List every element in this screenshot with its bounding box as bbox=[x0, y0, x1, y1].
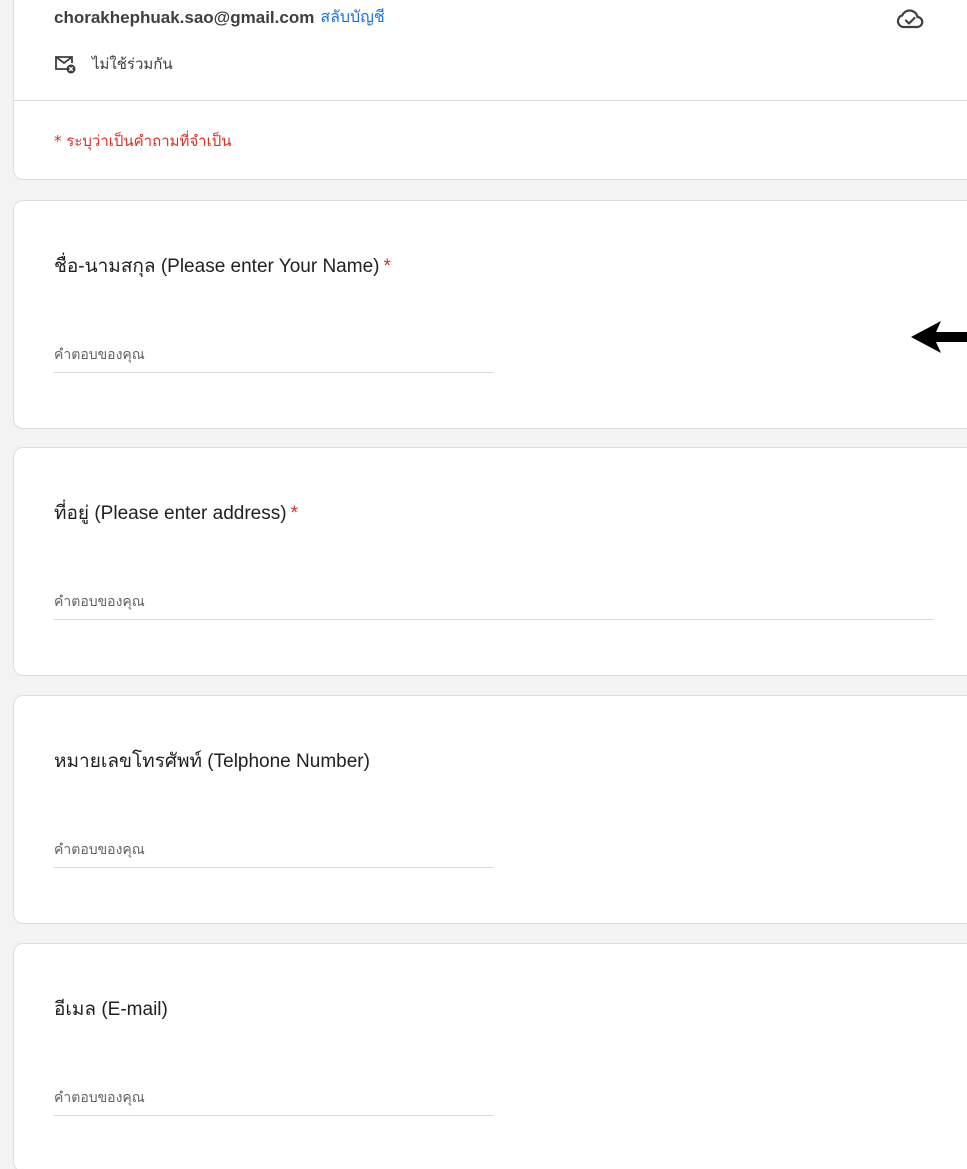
mail-not-shared-icon bbox=[55, 56, 76, 74]
question-card-address: ที่อยู่ (Please enter address) * bbox=[13, 447, 967, 676]
question-title-text: อีเมล (E-mail) bbox=[54, 999, 168, 1020]
question-title: ที่อยู่ (Please enter address) * bbox=[54, 498, 298, 528]
switch-account-link[interactable]: สลับบัญชี bbox=[320, 5, 384, 30]
cloud-saved-icon bbox=[896, 9, 924, 29]
required-note: * ระบุว่าเป็นคำถามที่จำเป็น bbox=[54, 132, 232, 150]
required-star: * bbox=[383, 256, 391, 277]
header-divider bbox=[14, 100, 967, 101]
question-title: หมายเลขโทรศัพท์ (Telphone Number) bbox=[54, 746, 370, 776]
form-header-card: chorakhephuak.sao@gmail.com สลับบัญชี ไม… bbox=[13, 0, 967, 180]
question-title: ชื่อ-นามสกุล (Please enter Your Name) * bbox=[54, 251, 391, 281]
question-title-text: หมายเลขโทรศัพท์ (Telphone Number) bbox=[54, 751, 370, 772]
account-row: chorakhephuak.sao@gmail.com สลับบัญชี bbox=[54, 5, 385, 30]
email-answer-input[interactable] bbox=[54, 1080, 494, 1116]
question-card-email: อีเมล (E-mail) bbox=[13, 943, 967, 1169]
not-shared-row: ไม่ใช้ร่วมกัน bbox=[54, 52, 173, 76]
phone-answer-input[interactable] bbox=[54, 832, 494, 868]
question-card-phone: หมายเลขโทรศัพท์ (Telphone Number) bbox=[13, 695, 967, 924]
question-title: อีเมล (E-mail) bbox=[54, 994, 168, 1024]
form-page: chorakhephuak.sao@gmail.com สลับบัญชี ไม… bbox=[0, 0, 967, 1169]
question-title-text: ชื่อ-นามสกุล (Please enter Your Name) bbox=[54, 256, 380, 277]
left-arrow-icon bbox=[911, 321, 967, 353]
required-star: * bbox=[290, 503, 298, 524]
name-answer-input[interactable] bbox=[54, 337, 494, 373]
not-shared-label: ไม่ใช้ร่วมกัน bbox=[92, 55, 173, 73]
question-title-text: ที่อยู่ (Please enter address) bbox=[54, 503, 287, 524]
question-card-name: ชื่อ-นามสกุล (Please enter Your Name) * bbox=[13, 200, 967, 429]
address-answer-input[interactable] bbox=[54, 584, 934, 620]
account-email: chorakhephuak.sao@gmail.com bbox=[54, 7, 315, 27]
